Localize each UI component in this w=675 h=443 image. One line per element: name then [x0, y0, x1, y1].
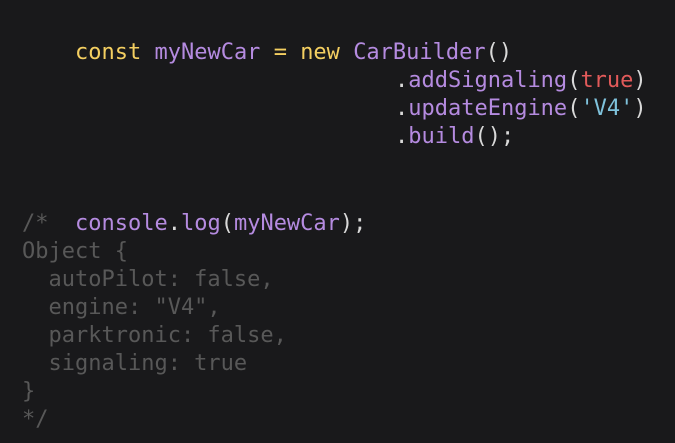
- code-line-4: .build();: [342, 95, 514, 149]
- comment-line-7: }: [22, 379, 36, 404]
- dot: .: [167, 211, 181, 236]
- comment-line-5: parktronic: false,: [22, 323, 287, 348]
- call-end: ();: [474, 124, 515, 149]
- comment-line-8: */: [22, 407, 49, 432]
- comment-line-3: autoPilot: false,: [22, 267, 274, 292]
- close-paren: ): [633, 96, 647, 121]
- method-build: build: [408, 124, 475, 149]
- string-arg: 'V4': [580, 96, 634, 121]
- comment-line-1: /*: [22, 211, 49, 236]
- code-line-2: .addSignaling(true): [342, 39, 647, 93]
- method-log: log: [180, 211, 221, 236]
- comment-line-4: engine: "V4",: [22, 295, 221, 320]
- code-line-1: const myNewCar = new CarBuilder(): [22, 11, 512, 65]
- open-paren: (: [220, 211, 234, 236]
- variable-name: myNewCar: [154, 40, 261, 65]
- comment-line-6: signaling: true: [22, 351, 248, 376]
- log-arg: myNewCar: [233, 211, 340, 236]
- dot: .: [394, 124, 409, 149]
- console-object: console: [74, 211, 168, 236]
- code-editor: const myNewCar = new CarBuilder() .addSi…: [0, 0, 675, 443]
- comment-line-2: Object {: [22, 239, 128, 264]
- assign-operator: =: [273, 40, 287, 65]
- keyword-new: new: [300, 40, 340, 65]
- code-line-5: console.log(myNewCar);: [22, 182, 366, 236]
- close-paren: );: [339, 211, 367, 236]
- keyword-const: const: [74, 40, 142, 65]
- code-line-3: .updateEngine('V4'): [342, 67, 647, 121]
- open-paren: (: [567, 96, 581, 121]
